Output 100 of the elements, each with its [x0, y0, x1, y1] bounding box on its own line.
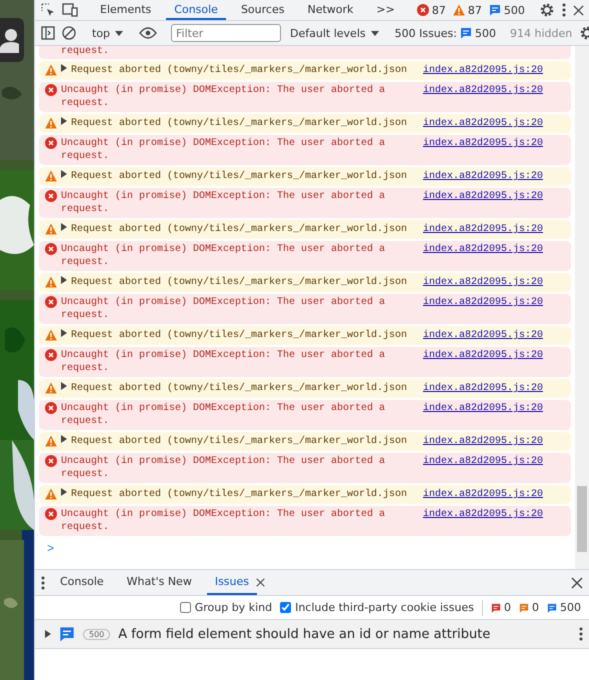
- warning-icon: [45, 64, 57, 76]
- error-icon: [45, 243, 57, 255]
- source-link[interactable]: index.a82d2095.js:20: [422, 223, 543, 236]
- expand-triangle-icon[interactable]: [61, 64, 67, 72]
- expand-triangle-icon[interactable]: [61, 117, 67, 125]
- message-text: Uncaught (in promise) DOMException: The user aborted a request.: [61, 190, 386, 216]
- warning-icon: [45, 488, 57, 500]
- source-link[interactable]: index.a82d2095.js:20: [422, 243, 543, 256]
- more-options-icon[interactable]: [579, 627, 583, 641]
- message-text: Request aborted (towny/tiles/_markers_/marker_world.json: [71, 382, 408, 395]
- expand-triangle-icon[interactable]: [61, 276, 67, 284]
- message-text: Request aborted (towny/tiles/_markers_/marker_world.json: [71, 435, 408, 448]
- context-select[interactable]: top: [90, 26, 126, 40]
- checkbox-label[interactable]: Group by kind: [194, 601, 272, 614]
- device-toolbar-button[interactable]: [62, 1, 78, 19]
- warning-icon: [45, 329, 57, 341]
- message-text: Request aborted (towny/tiles/_markers_/marker_world.json: [71, 329, 408, 342]
- info-count: 500: [504, 4, 525, 16]
- checkbox[interactable]: [180, 602, 191, 613]
- message-text: Uncaught (in promise) DOMException: The user aborted a request.: [61, 296, 386, 322]
- error-icon: [45, 190, 57, 202]
- expand-triangle-icon[interactable]: [61, 170, 67, 178]
- message-icon: [491, 602, 501, 612]
- warning-count: 87: [468, 4, 482, 16]
- panel-tab[interactable]: Network: [299, 0, 362, 20]
- checkbox[interactable]: [280, 602, 292, 613]
- eye-icon: [139, 27, 158, 39]
- message-text: Uncaught (in promise) DOMException: The user aborted a request.: [61, 84, 386, 110]
- close-icon[interactable]: [572, 4, 584, 16]
- checkbox-label[interactable]: Include third-party cookie issues: [295, 601, 474, 614]
- caret-icon: [370, 30, 379, 36]
- source-link[interactable]: index.a82d2095.js:20: [422, 455, 543, 468]
- source-link[interactable]: index.a82d2095.js:20: [422, 296, 543, 309]
- more-options-icon[interactable]: [562, 3, 566, 17]
- source-link[interactable]: index.a82d2095.js:20: [422, 382, 543, 395]
- message-text: Request aborted (towny/tiles/_markers_/marker_world.json: [71, 276, 408, 289]
- more-tabs-button[interactable]: >>: [368, 0, 403, 20]
- sidebar-icon: [41, 26, 55, 40]
- error-message: request.: [39, 46, 571, 59]
- expand-triangle-icon[interactable]: [45, 630, 51, 638]
- drawer-tab[interactable]: Issues: [206, 570, 258, 595]
- source-link[interactable]: index.a82d2095.js:20: [422, 349, 543, 362]
- settings-icon[interactable]: [538, 2, 555, 18]
- expand-triangle-icon[interactable]: [61, 435, 67, 443]
- error-icon: [416, 4, 429, 16]
- error-icon: [45, 349, 57, 361]
- drawer-tab[interactable]: What's New: [118, 570, 200, 595]
- expand-triangle-icon[interactable]: [61, 329, 67, 337]
- issue-count: 500: [83, 628, 110, 640]
- source-link[interactable]: index.a82d2095.js:20: [422, 276, 543, 289]
- message-text: Uncaught (in promise) DOMException: The user aborted a request.: [61, 137, 386, 163]
- source-link[interactable]: index.a82d2095.js:20: [422, 402, 543, 415]
- source-link[interactable]: index.a82d2095.js:20: [422, 84, 543, 97]
- message-text: Request aborted (towny/tiles/_markers_/marker_world.json: [71, 170, 408, 183]
- source-link[interactable]: index.a82d2095.js:20: [422, 488, 543, 501]
- message-icon: [519, 602, 529, 612]
- expand-triangle-icon[interactable]: [61, 488, 67, 496]
- more-options-icon[interactable]: [41, 576, 45, 590]
- expand-triangle-icon[interactable]: [61, 223, 67, 231]
- message-text: Uncaught (in promise) DOMException: The user aborted a request.: [61, 402, 386, 428]
- source-link[interactable]: index.a82d2095.js:20: [422, 170, 543, 183]
- message-text: Uncaught (in promise) DOMException: The user aborted a request.: [61, 455, 386, 481]
- source-link[interactable]: index.a82d2095.js:20: [422, 435, 543, 448]
- source-link[interactable]: index.a82d2095.js:20: [422, 117, 543, 130]
- device-icon: [62, 3, 78, 17]
- filter-field[interactable]: Filter: [171, 24, 282, 42]
- source-link[interactable]: index.a82d2095.js:20: [422, 64, 543, 77]
- message-icon: [460, 27, 472, 39]
- source-link[interactable]: index.a82d2095.js:20: [422, 137, 543, 150]
- close-icon[interactable]: [256, 578, 266, 587]
- message-icon: [547, 602, 557, 612]
- message-text: Uncaught (in promise) DOMException: The user aborted a request.: [61, 243, 386, 269]
- expand-triangle-icon[interactable]: [61, 382, 67, 390]
- error-icon: [45, 508, 57, 520]
- sidebar-toggle-button[interactable]: [41, 24, 55, 42]
- source-link[interactable]: index.a82d2095.js:20: [422, 190, 543, 203]
- error-icon: [45, 84, 57, 96]
- warning-icon: [45, 223, 57, 235]
- clear-console-button[interactable]: [62, 24, 76, 42]
- panel-tab[interactable]: Elements: [92, 0, 160, 20]
- console-prompt[interactable]: >: [47, 542, 54, 556]
- info-count: 500: [560, 601, 581, 614]
- message-text: Uncaught (in promise) DOMException: The user aborted a request.: [61, 349, 386, 375]
- source-link[interactable]: index.a82d2095.js:20: [422, 329, 543, 342]
- caret-icon: [115, 30, 124, 36]
- person-icon: [0, 27, 19, 53]
- close-icon[interactable]: [571, 576, 583, 588]
- source-link[interactable]: index.a82d2095.js:20: [422, 508, 543, 521]
- error-icon: [45, 455, 57, 467]
- drawer-tab[interactable]: Console: [52, 570, 112, 595]
- error-count: 0: [504, 601, 511, 614]
- error-icon: [45, 402, 57, 414]
- warning-icon: [45, 117, 57, 129]
- scrollbar[interactable]: [575, 46, 589, 569]
- profile-button[interactable]: [0, 18, 24, 62]
- panel-tab[interactable]: Sources: [232, 0, 292, 20]
- message-text: Uncaught (in promise) DOMException: The user aborted a request.: [61, 508, 386, 534]
- warning-count: 0: [532, 601, 539, 614]
- issue-row[interactable]: 500 A form field element should have an id or name attribute: [35, 620, 589, 649]
- log-levels-select[interactable]: Default levels: [288, 26, 381, 40]
